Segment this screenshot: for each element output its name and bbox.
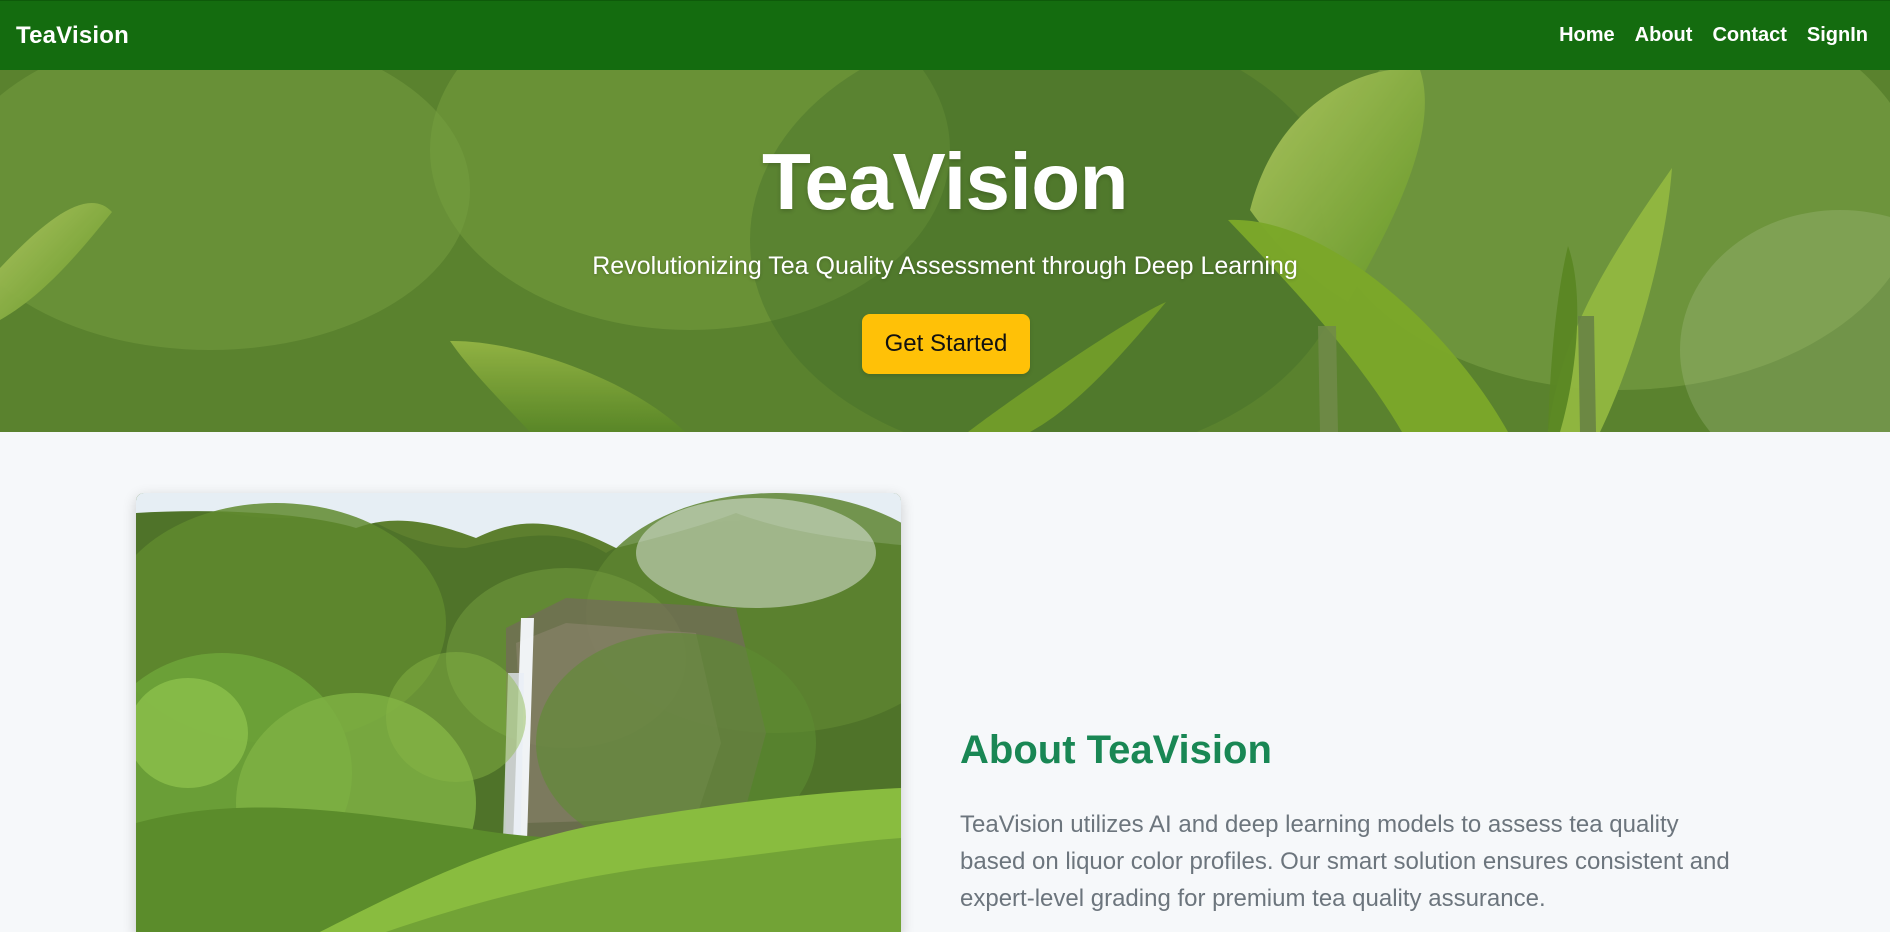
- page: TeaVision Home About Contact SignIn TeaV…: [0, 0, 1890, 932]
- waterfall-illustration: [136, 493, 901, 932]
- nav-link-signin[interactable]: SignIn: [1807, 24, 1868, 47]
- nav-links: Home About Contact SignIn: [1559, 24, 1868, 47]
- get-started-button[interactable]: Get Started: [862, 314, 1030, 374]
- hero-title: TeaVision: [761, 137, 1129, 226]
- browser-viewport: TeaVision Home About Contact SignIn TeaV…: [0, 0, 1890, 937]
- about-title: About TeaVision: [960, 728, 1272, 772]
- top-navbar: TeaVision Home About Contact SignIn: [0, 0, 1890, 70]
- nav-link-about[interactable]: About: [1635, 24, 1693, 47]
- about-image: [136, 493, 901, 932]
- hero-subtitle: Revolutionizing Tea Quality Assessment t…: [592, 252, 1298, 280]
- brand-logo[interactable]: TeaVision: [16, 22, 129, 50]
- nav-link-contact[interactable]: Contact: [1712, 24, 1786, 47]
- hero-content: TeaVision Revolutionizing Tea Quality As…: [0, 70, 1890, 432]
- nav-link-home[interactable]: Home: [1559, 24, 1615, 47]
- about-description: TeaVision utilizes AI and deep learning …: [960, 811, 1730, 912]
- hero-section: TeaVision Revolutionizing Tea Quality As…: [0, 70, 1890, 432]
